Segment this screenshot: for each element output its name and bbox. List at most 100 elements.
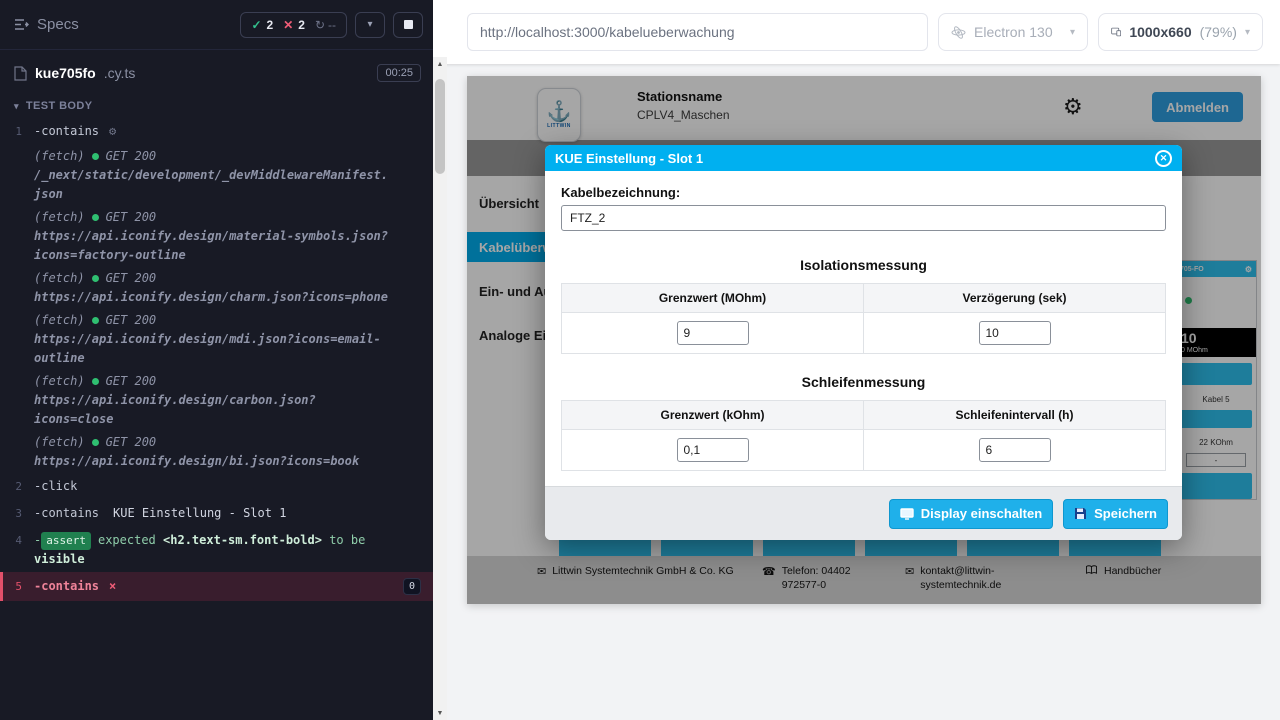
fetch-log-row[interactable]: (fetch)GET 200 /_next/static/development…: [0, 145, 433, 206]
save-button[interactable]: Speichern: [1063, 499, 1168, 529]
command-number: 5: [3, 577, 34, 596]
viewport-icon: [1111, 25, 1121, 39]
kue-settings-modal: KUE Einstellung - Slot 1 ✕ Kabelbezeichn…: [545, 145, 1182, 540]
vertical-scrollbar[interactable]: ▲ ▼: [433, 57, 447, 720]
assert-text: expected: [98, 533, 156, 547]
command-row-assert[interactable]: 4 -assertexpected <h2.text-sm.font-bold>…: [0, 527, 433, 572]
modal-body: Kabelbezeichnung: Isolationsmessung Gren…: [545, 171, 1182, 471]
passed-stat: ✓ 2: [251, 18, 273, 32]
fetch-log-row[interactable]: (fetch)GET 200 https://api.iconify.desig…: [0, 309, 433, 370]
status-dot-icon: [92, 275, 99, 282]
loop-interval-input[interactable]: [979, 438, 1051, 462]
isolation-delay-input[interactable]: [979, 321, 1051, 345]
suite-label: TEST BODY: [26, 100, 93, 112]
command-name: -contains: [34, 124, 99, 138]
command-name: -click: [34, 479, 77, 493]
command-name: -contains: [34, 506, 99, 520]
fetch-url: https://api.iconify.design/bi.json?icons…: [34, 454, 359, 468]
browser-select[interactable]: Electron 130 ▾: [938, 13, 1088, 51]
viewport-select[interactable]: 1000x660 (79%) ▾: [1098, 13, 1263, 51]
spec-name: kue705fo: [35, 65, 96, 81]
failed-count: 2: [298, 18, 305, 32]
spec-file-icon: [14, 66, 27, 81]
command-row-contains-failed[interactable]: 5 -contains× 0: [0, 572, 433, 601]
runner-controls: ✓ 2 ✕ 2 ↻ -- ▾: [240, 12, 423, 38]
fetch-url: /_next/static/development/_devMiddleware…: [34, 168, 388, 201]
specs-label: Specs: [37, 16, 79, 33]
command-row-contains-1[interactable]: 1 -contains⚙: [0, 118, 433, 145]
fetch-log-row[interactable]: (fetch)GET 200 https://api.iconify.desig…: [0, 431, 433, 473]
command-log: 1 -contains⚙ (fetch)GET 200 /_next/stati…: [0, 118, 433, 601]
assert-expected-state: visible: [34, 552, 85, 566]
specs-menu[interactable]: Specs: [14, 16, 79, 33]
status-dot-icon: [92, 317, 99, 324]
fetch-log-row[interactable]: (fetch)GET 200 https://api.iconify.desig…: [0, 206, 433, 267]
isolation-col1-header: Grenzwert (MOhm): [562, 284, 864, 312]
fetch-method: (fetch): [34, 269, 85, 288]
cable-designation-input[interactable]: [561, 205, 1166, 231]
viewport-size: 1000x660: [1129, 24, 1191, 40]
command-number: 2: [0, 477, 34, 496]
electron-icon: [951, 25, 966, 40]
fetch-url: https://api.iconify.design/carbon.json?i…: [34, 393, 316, 426]
failed-stat: ✕ 2: [283, 18, 305, 32]
modal-title: KUE Einstellung - Slot 1: [555, 151, 703, 166]
command-number: 3: [0, 504, 34, 523]
assert-text: be: [351, 533, 365, 547]
fetch-log-row[interactable]: (fetch)GET 200 https://api.iconify.desig…: [0, 267, 433, 309]
isolation-section-title: Isolationsmessung: [561, 257, 1166, 273]
assert-badge: assert: [41, 532, 91, 550]
scroll-down-arrow[interactable]: ▼: [433, 706, 447, 720]
command-argument: KUE Einstellung - Slot 1: [113, 506, 286, 520]
pending-count: --: [328, 18, 336, 32]
suite-toggle[interactable]: ▾ TEST BODY: [0, 92, 433, 118]
chevron-down-icon: ▾: [367, 19, 372, 30]
command-row-click[interactable]: 2 -click: [0, 473, 433, 500]
command-row-contains-2[interactable]: 3 -contains KUE Einstellung - Slot 1: [0, 500, 433, 527]
status-dot-icon: [92, 214, 99, 221]
stop-icon: [404, 20, 413, 29]
display-icon: [900, 508, 914, 520]
url-input[interactable]: [467, 13, 928, 51]
fetch-method: (fetch): [34, 208, 85, 227]
cross-icon: ✕: [283, 18, 293, 32]
fetch-status: GET 200: [106, 433, 157, 452]
command-name: -contains: [34, 579, 99, 593]
check-icon: ✓: [251, 18, 261, 32]
fetch-url: https://api.iconify.design/charm.json?ic…: [34, 290, 388, 304]
close-button[interactable]: ✕: [1155, 150, 1172, 167]
test-runner-sidebar: Specs ✓ 2 ✕ 2 ↻ -- ▾: [0, 0, 433, 720]
viewport-zoom: (79%): [1200, 24, 1237, 40]
fetch-method: (fetch): [34, 372, 85, 391]
fetch-status: GET 200: [106, 372, 157, 391]
fetch-log-row[interactable]: (fetch) GET 200 https://api.iconify.desig…: [0, 370, 433, 431]
loop-limit-input[interactable]: [677, 438, 749, 462]
modal-header: KUE Einstellung - Slot 1 ✕: [545, 145, 1182, 171]
spec-extension: .cy.ts: [104, 65, 136, 81]
spec-timer: 00:25: [377, 64, 421, 82]
assert-text: to: [329, 533, 343, 547]
fetch-status: GET 200: [106, 311, 157, 330]
match-count-badge: 0: [403, 578, 421, 595]
browser-name: Electron 130: [974, 24, 1053, 40]
test-stats[interactable]: ✓ 2 ✕ 2 ↻ --: [240, 12, 347, 38]
spec-file-row[interactable]: kue705fo .cy.ts 00:25: [0, 50, 433, 92]
test-stage: ⚓ LITTWIN Stationsname CPLV4_Maschen ⚙ A…: [433, 64, 1280, 720]
gear-icon: ⚙: [109, 124, 116, 138]
scroll-up-arrow[interactable]: ▲: [433, 57, 447, 71]
floppy-save-icon: [1074, 507, 1087, 520]
stop-button[interactable]: [393, 12, 423, 38]
fetch-method: (fetch): [34, 311, 85, 330]
command-number: 4: [0, 531, 34, 550]
passed-count: 2: [267, 18, 274, 32]
fetch-method: (fetch): [34, 147, 85, 166]
specs-icon: [14, 18, 29, 31]
collapse-button[interactable]: ▾: [355, 12, 385, 38]
status-dot-icon: [92, 378, 99, 385]
app-viewport: ⚓ LITTWIN Stationsname CPLV4_Maschen ⚙ A…: [467, 76, 1261, 604]
chevron-down-icon: ▾: [14, 101, 19, 112]
cable-designation-label: Kabelbezeichnung:: [561, 185, 1166, 200]
scrollbar-thumb[interactable]: [435, 79, 445, 174]
display-on-button[interactable]: Display einschalten: [889, 499, 1053, 529]
isolation-limit-input[interactable]: [677, 321, 749, 345]
